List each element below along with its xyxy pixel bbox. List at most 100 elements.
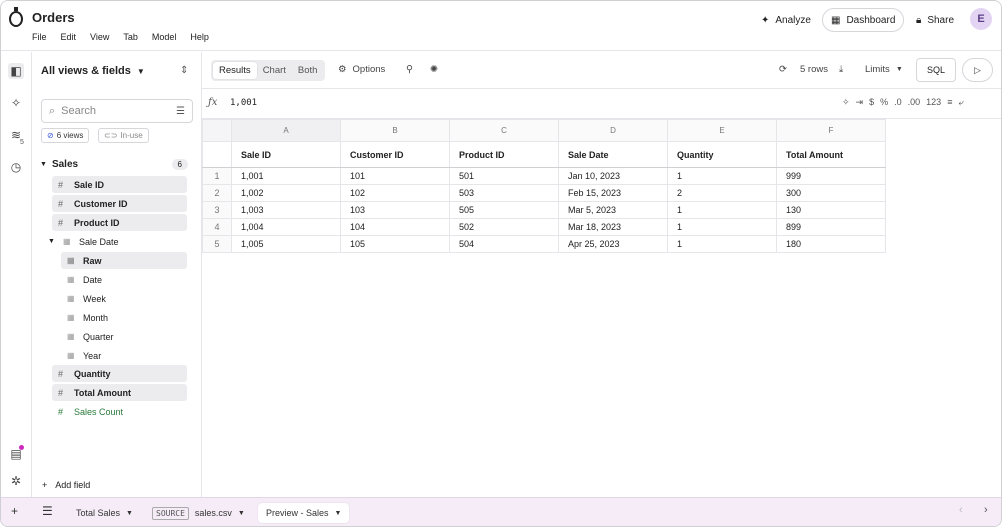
- search-input[interactable]: ⌕ Search ☰: [41, 99, 193, 123]
- add-tab-icon[interactable]: +: [11, 504, 18, 518]
- chevron-left-icon[interactable]: ‹: [959, 504, 963, 516]
- field-date-date[interactable]: ▦ Date: [61, 271, 187, 288]
- download-icon[interactable]: ⤓: [839, 64, 843, 75]
- field-date-raw[interactable]: ▦ Raw: [61, 252, 187, 269]
- table-cell[interactable]: 1,004: [231, 218, 341, 236]
- field-sale-id[interactable]: # Sale ID: [52, 176, 187, 193]
- table-cell[interactable]: 1,002: [231, 184, 341, 202]
- table-cell[interactable]: Mar 5, 2023: [558, 201, 668, 219]
- column-header[interactable]: Sale Date: [558, 141, 668, 168]
- ai-sparkle-icon[interactable]: ✧: [8, 95, 24, 111]
- column-letter[interactable]: B: [340, 119, 450, 142]
- field-date-year[interactable]: ▦ Year: [61, 347, 187, 364]
- chevron-right-icon[interactable]: ›: [984, 504, 988, 516]
- table-cell[interactable]: 1: [667, 167, 777, 185]
- table-cell[interactable]: 501: [449, 167, 559, 185]
- wrap-text-icon[interactable]: ⤶: [958, 97, 963, 108]
- sql-button[interactable]: SQL: [916, 58, 956, 82]
- menu-edit[interactable]: Edit: [61, 32, 77, 42]
- run-button[interactable]: ▷: [962, 58, 993, 82]
- table-cell[interactable]: 502: [449, 218, 559, 236]
- sparkle-icon[interactable]: ✺: [430, 64, 438, 75]
- tab-list-icon[interactable]: ☰: [42, 504, 53, 518]
- table-cell[interactable]: Jan 10, 2023: [558, 167, 668, 185]
- options-button[interactable]: ⚙ Options: [338, 64, 385, 75]
- table-cell[interactable]: 101: [340, 167, 450, 185]
- table-cell[interactable]: 103: [340, 201, 450, 219]
- tab-sales-csv[interactable]: SOURCE sales.csv ▼: [144, 503, 253, 523]
- tab-chart[interactable]: Chart: [257, 62, 292, 79]
- dashboard-button[interactable]: ▦ Dashboard: [822, 8, 905, 32]
- bug-icon[interactable]: ✲: [8, 473, 24, 489]
- table-cell[interactable]: 104: [340, 218, 450, 236]
- measure-sales-count[interactable]: # Sales Count: [52, 403, 187, 420]
- column-header[interactable]: Sale ID: [231, 141, 341, 168]
- column-letter[interactable]: E: [667, 119, 777, 142]
- field-quantity[interactable]: # Quantity: [52, 365, 187, 382]
- row-number[interactable]: 4: [202, 218, 232, 236]
- table-cell[interactable]: 105: [340, 235, 450, 253]
- column-letter[interactable]: A: [231, 119, 341, 142]
- refresh-icon[interactable]: ⟳: [779, 64, 787, 75]
- filter-icon[interactable]: ⚲: [406, 64, 413, 75]
- table-cell[interactable]: 505: [449, 201, 559, 219]
- row-number[interactable]: 3: [202, 201, 232, 219]
- column-letter[interactable]: C: [449, 119, 559, 142]
- field-customer-id[interactable]: # Customer ID: [52, 195, 187, 212]
- avatar[interactable]: E: [970, 8, 992, 30]
- table-cell[interactable]: Apr 25, 2023: [558, 235, 668, 253]
- menu-help[interactable]: Help: [190, 32, 209, 42]
- tab-results[interactable]: Results: [213, 62, 257, 79]
- share-button[interactable]: 🔒︎ Share: [908, 8, 962, 32]
- views-filter-chip[interactable]: ⊘ 6 views: [41, 128, 90, 143]
- number-format-icon[interactable]: 123: [926, 97, 941, 108]
- tab-total-sales[interactable]: Total Sales ▼: [68, 503, 141, 523]
- table-cell[interactable]: 2: [667, 184, 777, 202]
- table-cell[interactable]: 300: [776, 184, 886, 202]
- column-letter[interactable]: F: [776, 119, 886, 142]
- table-cell[interactable]: 180: [776, 235, 886, 253]
- filter-settings-icon[interactable]: ☰: [176, 106, 185, 117]
- table-cell[interactable]: 1,001: [231, 167, 341, 185]
- table-cell[interactable]: 130: [776, 201, 886, 219]
- increase-decimal-icon[interactable]: .00: [908, 97, 921, 108]
- formula-value[interactable]: 1,001: [230, 98, 257, 108]
- table-cell[interactable]: 503: [449, 184, 559, 202]
- sidebar-toggle-icon[interactable]: ◧: [8, 63, 24, 79]
- table-cell[interactable]: 1,005: [231, 235, 341, 253]
- ai-format-icon[interactable]: ✧: [842, 97, 850, 108]
- sales-group-header[interactable]: ▼ Sales 6: [40, 157, 188, 171]
- field-date-quarter[interactable]: ▦ Quarter: [61, 328, 187, 345]
- in-use-filter-chip[interactable]: ⊂⊃ In-use: [98, 128, 149, 143]
- table-cell[interactable]: 102: [340, 184, 450, 202]
- decrease-decimal-icon[interactable]: .0: [894, 97, 902, 108]
- table-cell[interactable]: 899: [776, 218, 886, 236]
- tab-preview-sales[interactable]: Preview - Sales ▼: [258, 503, 350, 523]
- table-cell[interactable]: 999: [776, 167, 886, 185]
- column-header[interactable]: Quantity: [667, 141, 777, 168]
- row-number[interactable]: 1: [202, 167, 232, 185]
- collapse-all-icon[interactable]: ⇕: [180, 65, 188, 76]
- add-field-button[interactable]: + Add field: [42, 480, 90, 490]
- table-cell[interactable]: 1: [667, 218, 777, 236]
- column-letter[interactable]: D: [558, 119, 668, 142]
- percent-icon[interactable]: %: [880, 97, 888, 108]
- insert-column-icon[interactable]: ⇥: [856, 97, 864, 108]
- menu-model[interactable]: Model: [152, 32, 177, 42]
- row-number[interactable]: 2: [202, 184, 232, 202]
- currency-icon[interactable]: $: [869, 97, 874, 108]
- column-header[interactable]: Customer ID: [340, 141, 450, 168]
- menu-tab[interactable]: Tab: [123, 32, 138, 42]
- menu-file[interactable]: File: [32, 32, 47, 42]
- table-cell[interactable]: Feb 15, 2023: [558, 184, 668, 202]
- field-product-id[interactable]: # Product ID: [52, 214, 187, 231]
- menu-view[interactable]: View: [90, 32, 109, 42]
- row-number[interactable]: 5: [202, 235, 232, 253]
- table-cell[interactable]: 1,003: [231, 201, 341, 219]
- field-total-amount[interactable]: # Total Amount: [52, 384, 187, 401]
- field-date-month[interactable]: ▦ Month: [61, 309, 187, 326]
- views-selector[interactable]: All views & fields ▼: [41, 65, 145, 77]
- table-cell[interactable]: Mar 18, 2023: [558, 218, 668, 236]
- table-cell[interactable]: 1: [667, 235, 777, 253]
- tab-both[interactable]: Both: [292, 62, 324, 79]
